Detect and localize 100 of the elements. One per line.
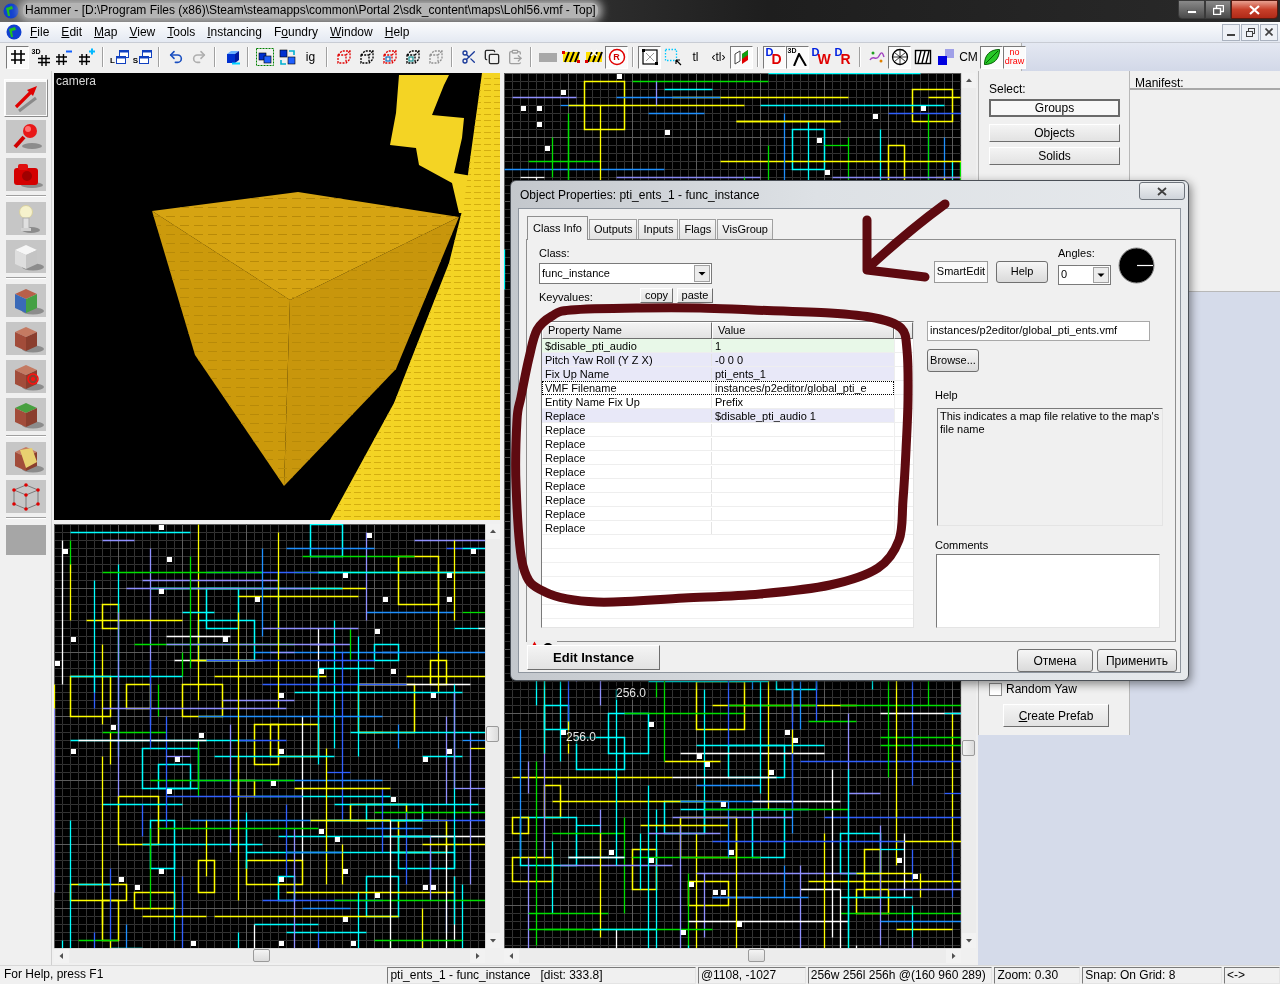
viewport-label: camera bbox=[56, 74, 96, 88]
toolbar-button[interactable]: ‹tl› bbox=[707, 45, 730, 69]
toolbar-button[interactable]: CM bbox=[957, 45, 980, 69]
scroll-left-icon[interactable] bbox=[54, 949, 69, 963]
select-mode-button[interactable]: Groups bbox=[989, 99, 1120, 117]
tool-button[interactable] bbox=[3, 117, 48, 155]
toolbar-button[interactable]: L bbox=[108, 45, 131, 69]
menu-item[interactable]: Foundry bbox=[267, 23, 325, 41]
table-cell-text: pti_ents_1 bbox=[714, 367, 767, 380]
angles-dropdown[interactable]: 0 bbox=[1058, 264, 1111, 285]
dialog-button[interactable]: Отмена bbox=[1017, 649, 1093, 672]
scroll-thumb[interactable] bbox=[253, 949, 270, 962]
menu-item[interactable]: Window bbox=[324, 23, 379, 41]
tool-button[interactable] bbox=[3, 155, 48, 193]
tool-button[interactable] bbox=[3, 477, 48, 515]
tool-button[interactable] bbox=[3, 281, 48, 319]
tab[interactable]: Inputs bbox=[638, 218, 679, 239]
help-button[interactable]: Help bbox=[996, 260, 1048, 283]
close-icon bbox=[1157, 186, 1167, 196]
class-dropdown[interactable]: func_instance bbox=[539, 262, 712, 284]
close-button[interactable] bbox=[1260, 23, 1278, 41]
scroll-right-icon[interactable] bbox=[946, 949, 961, 963]
value-field[interactable]: instances/p2editor/global_pti_ents.vmf bbox=[927, 320, 1150, 341]
dashed-cube-icon bbox=[380, 48, 399, 66]
random-yaw-label: Random Yaw bbox=[1006, 682, 1077, 696]
dashed-cube-icon bbox=[357, 48, 376, 66]
minimize-button[interactable] bbox=[1178, 0, 1205, 19]
random-yaw-checkbox[interactable] bbox=[989, 682, 1002, 696]
tool-button[interactable] bbox=[3, 439, 48, 477]
toolbar-button[interactable] bbox=[980, 45, 1003, 69]
toolbar-button[interactable]: S bbox=[131, 45, 154, 69]
toolbar-button[interactable]: no draw bbox=[1003, 45, 1026, 69]
planes-icon bbox=[732, 48, 751, 66]
tool-button[interactable] bbox=[3, 395, 48, 433]
wireframe-cube-icon bbox=[5, 479, 46, 513]
scroll-up-icon[interactable] bbox=[962, 73, 976, 88]
comments-label: Comments bbox=[935, 538, 990, 552]
target-cube-icon bbox=[5, 359, 46, 393]
tab[interactable]: Class Info bbox=[527, 215, 588, 240]
dialog-title: Object Properties: pti_ents_1 - func_instance bbox=[520, 188, 760, 202]
table-cell-text: Prefix bbox=[714, 395, 745, 408]
tool-button[interactable] bbox=[3, 79, 48, 117]
menu-item[interactable]: Edit bbox=[55, 23, 89, 41]
table-cell: Replace bbox=[543, 479, 712, 492]
brick-cube-icon bbox=[5, 321, 46, 355]
toolbar-button[interactable]: ig bbox=[299, 45, 322, 69]
restore-icon bbox=[1212, 4, 1224, 15]
boxes-icon bbox=[255, 48, 274, 66]
restore-button[interactable] bbox=[1241, 23, 1259, 41]
select-mode-button[interactable]: Objects bbox=[989, 124, 1120, 142]
menu-item[interactable]: File bbox=[24, 23, 56, 41]
horizontal-scrollbar[interactable] bbox=[54, 948, 485, 963]
scissors-icon bbox=[460, 49, 477, 65]
comments-field[interactable] bbox=[936, 553, 1160, 628]
toolbar-button[interactable] bbox=[6, 45, 29, 69]
toolbar-button[interactable] bbox=[888, 45, 911, 69]
table-cell-text: 1 bbox=[714, 339, 723, 352]
menu-item[interactable]: Instancing bbox=[201, 23, 268, 41]
dashed-cube-icon bbox=[426, 48, 445, 66]
tab[interactable]: Flags bbox=[679, 218, 717, 239]
menu-item[interactable]: Help bbox=[378, 23, 416, 41]
close-button[interactable] bbox=[1139, 182, 1185, 200]
table-cell: Replace bbox=[543, 423, 712, 436]
angle-dial-icon[interactable] bbox=[1118, 246, 1155, 284]
tool-button[interactable] bbox=[3, 319, 48, 357]
restore-button[interactable] bbox=[1205, 0, 1231, 19]
menu-item[interactable]: View bbox=[123, 23, 162, 41]
edit-instance-button[interactable]: Edit Instance bbox=[527, 645, 660, 670]
browse-button[interactable]: Browse... bbox=[927, 348, 979, 372]
select-mode-button[interactable]: Solids bbox=[989, 147, 1120, 165]
column-header[interactable]: Property Name bbox=[542, 321, 712, 339]
column-header[interactable]: Value bbox=[712, 321, 894, 339]
tab[interactable]: VisGroup bbox=[717, 218, 773, 239]
tab[interactable]: Outputs bbox=[588, 218, 638, 239]
create-prefab-button[interactable]: Create Prefab bbox=[1003, 704, 1109, 727]
smartedit-button[interactable]: SmartEdit bbox=[934, 260, 988, 283]
toolbar-button[interactable] bbox=[253, 45, 276, 69]
toolbar-button[interactable]: tl bbox=[684, 45, 707, 69]
close-button[interactable] bbox=[1231, 0, 1278, 19]
window-title: Hammer - [D:\Program Files (x86)\Steam\steamapps\common\Portal 2\sdk_content\maps\Lohl56.vmf - Top] bbox=[23, 3, 598, 18]
paste-button[interactable]: paste bbox=[677, 287, 713, 303]
scroll-thumb[interactable] bbox=[486, 726, 499, 742]
toolbar-button[interactable] bbox=[638, 45, 661, 69]
ring-icon bbox=[607, 48, 626, 66]
copy-button[interactable]: copy bbox=[640, 287, 673, 303]
leaf-icon bbox=[982, 48, 1001, 66]
tool-button[interactable] bbox=[3, 237, 48, 275]
table-cell: $disable_pti_audio bbox=[543, 339, 712, 352]
menu-item[interactable]: Map bbox=[88, 23, 124, 41]
dialog-button[interactable]: Применить bbox=[1097, 649, 1177, 672]
scroll-thumb[interactable] bbox=[962, 740, 975, 756]
toolbar-button[interactable]: R bbox=[605, 45, 628, 69]
manifest-title: Manifest: bbox=[1135, 76, 1184, 90]
tool-button[interactable] bbox=[3, 357, 48, 395]
scroll-left-icon[interactable] bbox=[504, 949, 519, 963]
scroll-right-icon[interactable] bbox=[470, 949, 485, 963]
minimize-button[interactable] bbox=[1222, 23, 1240, 41]
scroll-thumb[interactable] bbox=[748, 949, 765, 962]
scroll-down-icon[interactable] bbox=[962, 933, 976, 948]
menu-item[interactable]: Tools bbox=[161, 23, 202, 41]
